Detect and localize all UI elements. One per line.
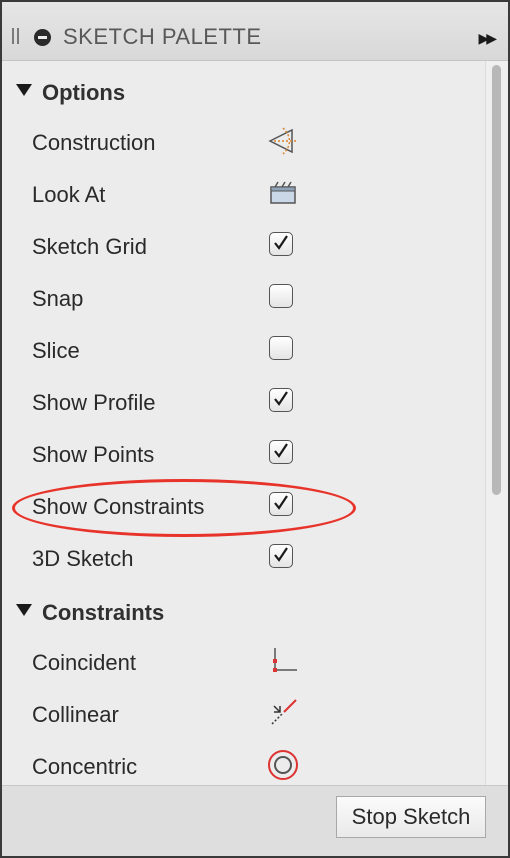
option-label: Sketch Grid — [32, 234, 147, 259]
collinear-icon[interactable] — [266, 696, 300, 730]
slice-checkbox[interactable] — [269, 336, 293, 360]
option-row-3d-sketch[interactable]: 3D Sketch — [2, 532, 486, 584]
constraint-row-coincident[interactable]: Coincident — [2, 636, 486, 688]
palette-content: Options Construction Look At Sketch Grid — [2, 61, 486, 786]
option-row-snap[interactable]: Snap — [2, 272, 486, 324]
option-label: Show Profile — [32, 390, 156, 415]
triangle-down-icon — [16, 84, 32, 96]
option-label: 3D Sketch — [32, 546, 134, 571]
constraint-label: Collinear — [32, 702, 119, 727]
construction-icon[interactable] — [266, 124, 300, 158]
vertical-scrollbar[interactable] — [485, 61, 508, 786]
sketch-palette-panel: SKETCH PALETTE ▶▶ Options Construction L… — [0, 0, 510, 858]
sketch-grid-checkbox[interactable] — [269, 232, 293, 256]
triangle-down-icon — [16, 604, 32, 616]
show-points-checkbox[interactable] — [269, 440, 293, 464]
option-row-look-at[interactable]: Look At — [2, 168, 486, 220]
section-header-constraints[interactable]: Constraints — [2, 584, 486, 636]
option-row-sketch-grid[interactable]: Sketch Grid — [2, 220, 486, 272]
option-label: Look At — [32, 182, 106, 207]
highlight-annotation — [12, 479, 356, 537]
section-label-options: Options — [42, 80, 126, 105]
checkmark-icon — [274, 391, 288, 406]
checkmark-icon — [274, 547, 288, 562]
look-at-icon[interactable] — [266, 176, 300, 210]
option-label: Slice — [32, 338, 80, 363]
option-row-show-points[interactable]: Show Points — [2, 428, 486, 480]
3d-sketch-checkbox[interactable] — [269, 544, 293, 568]
concentric-icon[interactable] — [266, 748, 300, 782]
show-profile-checkbox[interactable] — [269, 388, 293, 412]
option-row-show-profile[interactable]: Show Profile — [2, 376, 486, 428]
constraint-row-collinear[interactable]: Collinear — [2, 688, 486, 740]
constraint-label: Concentric — [32, 754, 138, 779]
option-row-construction[interactable]: Construction — [2, 116, 486, 168]
coincident-icon[interactable] — [266, 644, 300, 678]
section-header-options[interactable]: Options — [2, 64, 486, 116]
scrollbar-thumb[interactable] — [492, 65, 501, 495]
expand-arrows-icon[interactable]: ▶▶ — [478, 30, 496, 47]
palette-footer: Stop Sketch — [2, 785, 508, 856]
option-label: Show Points — [32, 442, 155, 467]
palette-title-bar[interactable]: SKETCH PALETTE ▶▶ — [2, 2, 508, 61]
checkmark-icon — [274, 443, 288, 458]
constraint-row-concentric[interactable]: Concentric — [2, 740, 486, 786]
stop-sketch-button[interactable]: Stop Sketch — [336, 796, 486, 838]
collapse-icon[interactable] — [34, 29, 51, 46]
option-label: Construction — [32, 130, 156, 155]
palette-title: SKETCH PALETTE — [63, 24, 262, 49]
snap-checkbox[interactable] — [269, 284, 293, 308]
option-row-slice[interactable]: Slice — [2, 324, 486, 376]
drag-grip-icon[interactable] — [12, 28, 19, 44]
option-label: Snap — [32, 286, 84, 311]
checkmark-icon — [274, 235, 288, 250]
section-label-constraints: Constraints — [42, 600, 165, 625]
constraint-label: Coincident — [32, 650, 136, 675]
